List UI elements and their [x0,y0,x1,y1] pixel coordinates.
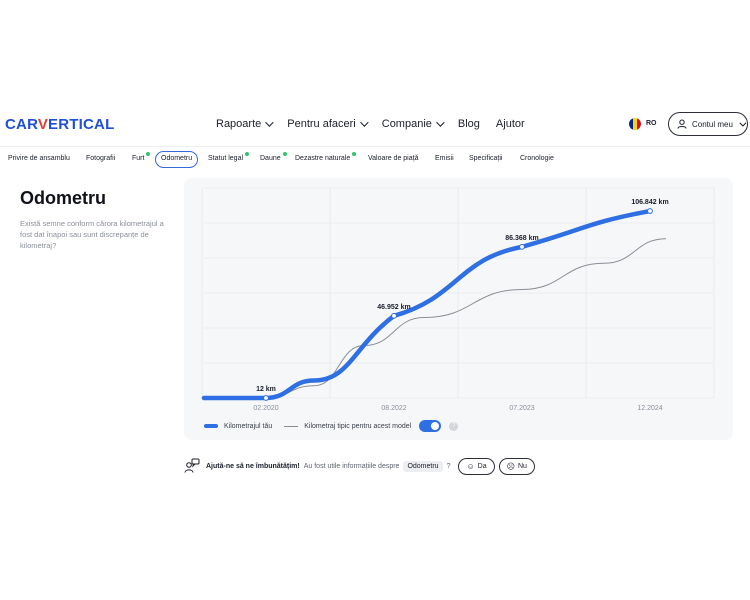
x-tick-label: 07.2023 [509,405,534,412]
legend-label-your-mileage: Kilometrajul tău [224,422,273,430]
tab-label: Statut legal [208,155,244,162]
tab-label: Emisii [435,155,454,162]
x-tick-label: 08.2022 [381,405,406,412]
logo-text-v: V [37,116,49,133]
status-dot [245,152,250,156]
main-nav: Rapoarte Pentru afaceri Companie Blog Aj… [216,118,541,130]
tab-odometru[interactable]: Odometru [155,151,199,168]
data-label: 86.368 km [505,235,538,242]
tab-label: Dezastre naturale [295,155,351,162]
odometer-chart: 12 km 46.952 km 86.368 km 106.842 km 02.2020… [201,187,715,412]
flag-stripe [637,118,641,130]
feedback-qmark: ? [446,462,451,470]
tab-emisii[interactable]: Emisii [430,151,459,168]
status-dot [146,152,151,156]
status-dot [352,152,357,156]
carvertical-logo[interactable]: CARVERTICAL [5,116,114,133]
feedback-no-button[interactable]: ☹ Nu [498,457,535,475]
tab-daune[interactable]: Daune [255,151,287,168]
toggle-knob [431,422,440,430]
legend-label-typical-mileage: Kilometraj tipic pentru acest model [304,422,412,430]
status-dot [282,152,287,156]
tab-statut-legal[interactable]: Statut legal [203,151,250,168]
data-point [519,243,525,250]
report-tabs: Privire de ansamblu Fotografii Furt Odom… [0,146,750,170]
odometer-section: Odometru Există semne conform cărora kil… [0,174,750,486]
nav-label: Pentru afaceri [287,118,356,130]
x-tick-label: 12.2024 [637,405,662,412]
nav-item-rapoarte[interactable]: Rapoarte [216,118,274,130]
yes-label: Da [477,462,487,470]
feedback-bar: Ajută-ne să ne îmbunătățim! Au fost util… [184,456,535,476]
nav-item-pentru-afaceri[interactable]: Pentru afaceri [287,118,369,130]
nav-label: Blog [457,118,480,130]
tab-furt[interactable]: Furt [127,151,151,168]
feedback-text: Au fost utile informațiile despre [303,462,400,470]
chevron-down-icon [739,119,747,127]
tab-specificatii[interactable]: Specificații [464,151,507,168]
data-label: 12 km [256,386,276,393]
page: CARVERTICAL Rapoarte Pentru afaceri Comp… [0,0,750,600]
legend-swatch-typical-mileage [284,425,299,427]
help-icon[interactable]: ? [449,421,459,431]
feedback-topic-chip: Odometru [403,460,443,472]
user-icon [677,119,687,129]
account-label: Contul meu [692,119,733,129]
nav-label: Ajutor [495,118,525,130]
smile-icon: ☺ [466,461,475,471]
no-label: Nu [517,462,527,470]
feedback-yes-button[interactable]: ☺ Da [458,457,495,475]
tab-label: Daune [260,155,281,162]
tab-label: Privire de ansamblu [8,155,70,162]
odometer-chart-card: 12 km 46.952 km 86.368 km 106.842 km 02.2020… [184,178,733,440]
logo-text-pre: CAR [5,116,38,133]
tab-valoare-de-piata[interactable]: Valoare de piață [363,151,423,168]
chevron-down-icon [265,118,274,127]
tab-label: Furt [132,155,145,162]
x-tick-label: 02.2020 [253,405,278,412]
chevron-down-icon [359,118,369,127]
data-point [647,208,653,214]
chart-legend: Kilometrajul tău Kilometraj tipic pentru… [204,420,459,432]
series-line-typical-mileage [203,238,667,399]
typical-mileage-toggle[interactable] [419,420,442,432]
tab-label: Valoare de piață [368,155,419,162]
feedback-question: Ajută-ne să ne îmbunătățim! [206,462,300,470]
data-label: 106.842 km [631,199,668,206]
language-code[interactable]: RO [646,120,657,127]
tab-label: Cronologie [520,155,554,162]
tab-label: Odometru [161,155,193,162]
section-description: Există semne conform cărora kilometrajul… [20,219,164,250]
feedback-person-icon [184,458,200,473]
chevron-down-icon [436,118,445,127]
nav-item-companie[interactable]: Companie [381,118,445,130]
series-line-your-mileage [201,208,653,401]
romania-flag-icon[interactable] [629,118,641,130]
section-title: Odometru [20,188,107,208]
nav-label: Companie [381,118,432,130]
legend-swatch-your-mileage [204,424,218,428]
tab-dezastre-naturale[interactable]: Dezastre naturale [290,151,357,168]
data-label: 46.952 km [377,304,410,311]
nav-item-ajutor[interactable]: Ajutor [496,118,525,130]
nav-item-blog[interactable]: Blog [458,118,480,130]
tab-fotografii[interactable]: Fotografii [81,151,120,168]
logo-text-post: ERTICAL [48,116,115,133]
tab-privire-de-ansamblu[interactable]: Privire de ansamblu [3,151,75,168]
tab-label: Fotografii [86,155,116,162]
sad-icon: ☹ [506,461,515,471]
header: CARVERTICAL Rapoarte Pentru afaceri Comp… [0,108,750,142]
nav-label: Rapoarte [216,118,262,130]
tab-label: Specificații [469,155,503,162]
data-point [391,312,397,319]
tab-cronologie[interactable]: Cronologie [515,151,559,168]
data-point [263,395,269,401]
account-button[interactable]: Contul meu [668,112,748,136]
